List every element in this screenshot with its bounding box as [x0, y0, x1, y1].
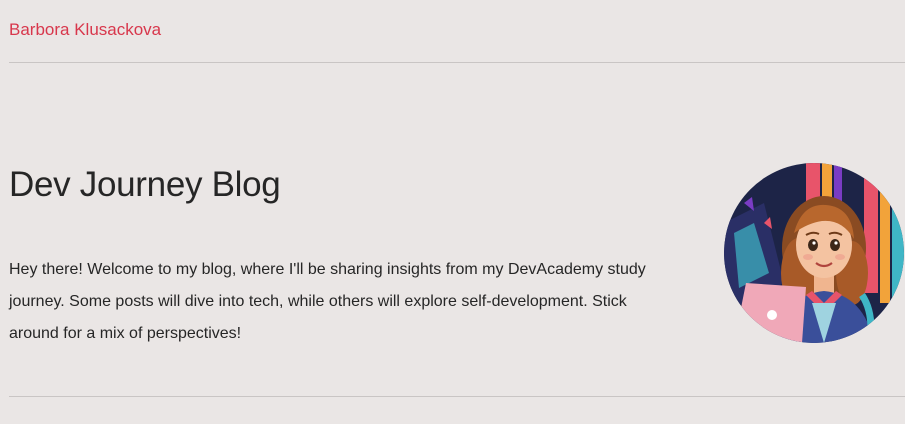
site-header: Barbora Klusackova — [9, 18, 905, 42]
avatar — [724, 163, 904, 343]
content-divider — [9, 396, 905, 397]
avatar-illustration-icon — [724, 163, 904, 343]
intro-paragraph: Hey there! Welcome to my blog, where I'l… — [9, 261, 646, 342]
site-name-link[interactable]: Barbora Klusackova — [9, 20, 161, 39]
header-divider — [9, 62, 905, 63]
page-title: Dev Journey Blog — [9, 165, 281, 204]
